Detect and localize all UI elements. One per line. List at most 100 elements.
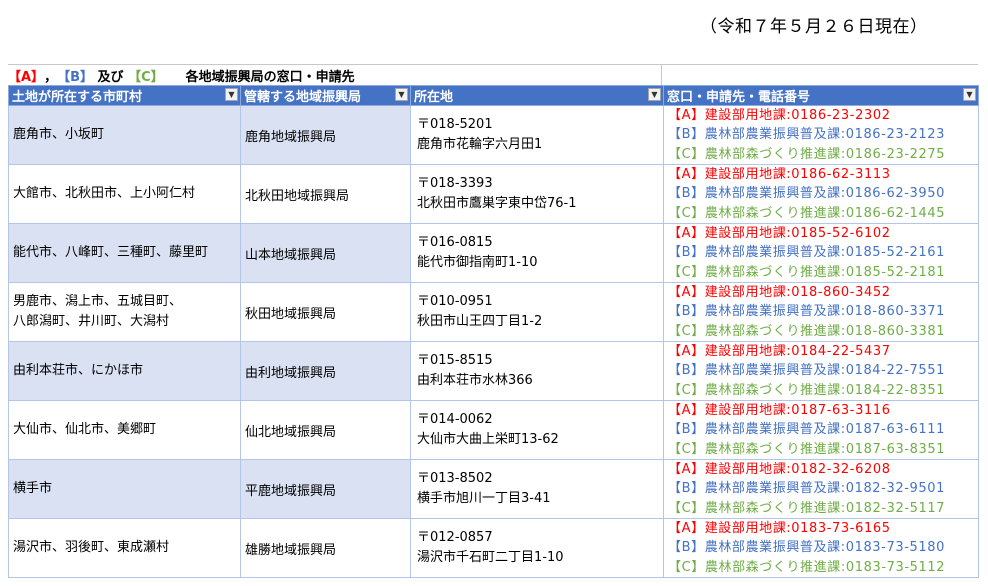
postal-code: 〒010-0951 bbox=[417, 294, 493, 309]
contact-b: 【B】農林部農業振興普及課:0187-63-6111 bbox=[668, 422, 945, 438]
contact-cell[interactable]: 【A】建設部用地課:0182-32-6208 【B】農林部農業振興普及課:0182… bbox=[663, 459, 979, 519]
contact-b: 【B】農林部農業振興普及課:0186-62-3950 bbox=[668, 186, 945, 202]
legend-title: 各地域振興局の窓口・申請先 bbox=[185, 69, 355, 85]
postal-code: 〒018-5201 bbox=[417, 117, 493, 132]
table-row: 由利本荘市、にかほ市 由利地域振興局 〒015-8515 由利本荘市水林366 【A】建… bbox=[8, 341, 979, 401]
contact-b: 【B】農林部農業振興普及課:018-860-3371 bbox=[668, 304, 945, 320]
as-of-date-note: （令和７年５月２６日現在） bbox=[700, 17, 928, 37]
municipality-line: 男鹿市、潟上市、五城目町、 bbox=[13, 294, 183, 309]
contact-cell[interactable]: 【A】建設部用地課:0184-22-5437 【B】農林部農業振興普及課:0184… bbox=[663, 341, 979, 401]
filter-dropdown-icon[interactable]: ▼ bbox=[225, 88, 238, 101]
address-cell[interactable]: 〒013-8502 横手市旭川一丁目3-41 bbox=[410, 459, 664, 519]
table-row: 湯沢市、羽後町、東成瀬村 雄勝地域振興局 〒012-0857 湯沢市千石町二丁目1-1… bbox=[8, 518, 979, 578]
office-cell[interactable]: 鹿角地域振興局 bbox=[240, 105, 411, 165]
office-cell[interactable]: 雄勝地域振興局 bbox=[240, 518, 411, 578]
address-cell[interactable]: 〒014-0062 大仙市大曲上栄町13-62 bbox=[410, 400, 664, 460]
filter-dropdown-icon[interactable]: ▼ bbox=[395, 88, 408, 101]
street-address: 秋田市山王四丁目1-2 bbox=[417, 314, 543, 329]
contact-cell[interactable]: 【A】建設部用地課:0186-62-3113 【B】農林部農業振興普及課:0186… bbox=[663, 164, 979, 224]
header-row: 土地が所在する市町村 ▼ 管轄する地域振興局 ▼ 所在地 ▼ 窓口・申請先・電話番号 ▼ bbox=[8, 85, 979, 106]
municipality-line: 湯沢市、羽後町、東成瀬村 bbox=[13, 540, 170, 555]
municipality-cell[interactable]: 大仙市、仙北市、美郷町 bbox=[8, 400, 241, 460]
legend-and: 及び bbox=[93, 69, 129, 85]
municipality-line: 八郎潟町、井川町、大潟村 bbox=[13, 314, 170, 329]
municipality-cell[interactable]: 横手市 bbox=[8, 459, 241, 519]
office-cell[interactable]: 仙北地域振興局 bbox=[240, 400, 411, 460]
header-municipality: 土地が所在する市町村 ▼ bbox=[8, 85, 241, 106]
contact-cell[interactable]: 【A】建設部用地課:0183-73-6165 【B】農林部農業振興普及課:0183… bbox=[663, 518, 979, 578]
municipality-cell[interactable]: 鹿角市、小坂町 bbox=[8, 105, 241, 165]
contact-a: 【A】建設部用地課:0186-23-2302 bbox=[668, 108, 891, 124]
office-cell[interactable]: 秋田地域振興局 bbox=[240, 282, 411, 342]
legend-comma: ， bbox=[44, 69, 58, 85]
contact-c: 【C】農林部森づくり推進課:0187-63-8351 bbox=[668, 441, 946, 457]
office-table: 土地が所在する市町村 ▼ 管轄する地域振興局 ▼ 所在地 ▼ 窓口・申請先・電話番号 ▼… bbox=[8, 85, 979, 578]
postal-code: 〒015-8515 bbox=[417, 353, 493, 368]
contact-b: 【B】農林部農業振興普及課:0186-23-2123 bbox=[668, 127, 945, 143]
table-row: 鹿角市、小坂町 鹿角地域振興局 〒018-5201 鹿角市花輪字六月田1 【A】建設部用… bbox=[8, 105, 979, 165]
municipality-line: 大館市、北秋田市、上小阿仁村 bbox=[13, 186, 196, 201]
postal-code: 〒016-0815 bbox=[417, 235, 493, 250]
filter-dropdown-icon[interactable]: ▼ bbox=[963, 88, 976, 101]
office-cell[interactable]: 由利地域振興局 bbox=[240, 341, 411, 401]
legend-a: 【A】 bbox=[8, 69, 45, 85]
contact-c: 【C】農林部森づくり推進課:0183-73-5112 bbox=[668, 559, 946, 575]
contact-c: 【C】農林部森づくり推進課:0182-32-5117 bbox=[668, 500, 946, 516]
street-address: 横手市旭川一丁目3-41 bbox=[417, 491, 551, 506]
municipality-cell[interactable]: 男鹿市、潟上市、五城目町、 八郎潟町、井川町、大潟村 bbox=[8, 282, 241, 342]
contact-a: 【A】建設部用地課:0183-73-6165 bbox=[668, 521, 891, 537]
filter-dropdown-icon[interactable]: ▼ bbox=[648, 88, 661, 101]
contact-a: 【A】建設部用地課:0184-22-5437 bbox=[668, 344, 891, 360]
municipality-line: 大仙市、仙北市、美郷町 bbox=[13, 422, 157, 437]
contact-b: 【B】農林部農業振興普及課:0184-22-7551 bbox=[668, 363, 945, 379]
contact-cell[interactable]: 【A】建設部用地課:018-860-3452 【B】農林部農業振興普及課:018-… bbox=[663, 282, 979, 342]
table-row: 能代市、八峰町、三種町、藤里町 山本地域振興局 〒016-0815 能代市御指南町1-… bbox=[8, 223, 979, 283]
postal-code: 〒013-8502 bbox=[417, 471, 493, 486]
municipality-line: 鹿角市、小坂町 bbox=[13, 127, 105, 142]
address-cell[interactable]: 〒016-0815 能代市御指南町1-10 bbox=[410, 223, 664, 283]
municipality-cell[interactable]: 大館市、北秋田市、上小阿仁村 bbox=[8, 164, 241, 224]
office-cell[interactable]: 北秋田地域振興局 bbox=[240, 164, 411, 224]
office-cell[interactable]: 山本地域振興局 bbox=[240, 223, 411, 283]
header-address: 所在地 ▼ bbox=[410, 85, 664, 106]
contact-b: 【B】農林部農業振興普及課:0185-52-2161 bbox=[668, 245, 945, 261]
municipality-cell[interactable]: 能代市、八峰町、三種町、藤里町 bbox=[8, 223, 241, 283]
contact-b: 【B】農林部農業振興普及課:0182-32-9501 bbox=[668, 481, 945, 497]
contact-c: 【C】農林部森づくり推進課:018-860-3381 bbox=[668, 323, 946, 339]
table-row: 男鹿市、潟上市、五城目町、 八郎潟町、井川町、大潟村 秋田地域振興局 〒010-095… bbox=[8, 282, 979, 342]
municipality-cell[interactable]: 湯沢市、羽後町、東成瀬村 bbox=[8, 518, 241, 578]
office-cell[interactable]: 平鹿地域振興局 bbox=[240, 459, 411, 519]
contact-cell[interactable]: 【A】建設部用地課:0187-63-3116 【B】農林部農業振興普及課:0187… bbox=[663, 400, 979, 460]
table-row: 大館市、北秋田市、上小阿仁村 北秋田地域振興局 〒018-3393 北秋田市鷹巣字東中… bbox=[8, 164, 979, 224]
address-cell[interactable]: 〒012-0857 湯沢市千石町二丁目1-10 bbox=[410, 518, 664, 578]
header-contact: 窓口・申請先・電話番号 ▼ bbox=[663, 85, 979, 106]
street-address: 大仙市大曲上栄町13-62 bbox=[417, 432, 559, 447]
contact-c: 【C】農林部森づくり推進課:0185-52-2181 bbox=[668, 264, 946, 280]
address-cell[interactable]: 〒015-8515 由利本荘市水林366 bbox=[410, 341, 664, 401]
municipality-line: 横手市 bbox=[13, 481, 53, 496]
address-cell[interactable]: 〒018-5201 鹿角市花輪字六月田1 bbox=[410, 105, 664, 165]
table-row: 横手市 平鹿地域振興局 〒013-8502 横手市旭川一丁目3-41 【A】建設部用地課… bbox=[8, 459, 979, 519]
contact-c: 【C】農林部森づくり推進課:0184-22-8351 bbox=[668, 382, 946, 398]
municipality-cell[interactable]: 由利本荘市、にかほ市 bbox=[8, 341, 241, 401]
contact-a: 【A】建設部用地課:0182-32-6208 bbox=[668, 462, 891, 478]
street-address: 北秋田市鷹巣字東中岱76-1 bbox=[417, 196, 577, 211]
contact-a: 【A】建設部用地課:0185-52-6102 bbox=[668, 226, 891, 242]
contact-cell[interactable]: 【A】建設部用地課:0185-52-6102 【B】農林部農業振興普及課:0185… bbox=[663, 223, 979, 283]
contact-a: 【A】建設部用地課:0186-62-3113 bbox=[668, 167, 891, 183]
legend-c: 【C】 bbox=[128, 69, 164, 85]
contact-c: 【C】農林部森づくり推進課:0186-23-2275 bbox=[668, 146, 946, 162]
address-cell[interactable]: 〒018-3393 北秋田市鷹巣字東中岱76-1 bbox=[410, 164, 664, 224]
postal-code: 〒018-3393 bbox=[417, 176, 493, 191]
legend-title-row: 【A】 ， 【B】 及び 【C】 各地域振興局の窓口・申請先 bbox=[8, 64, 978, 85]
street-address: 由利本荘市水林366 bbox=[417, 373, 533, 388]
contact-c: 【C】農林部森づくり推進課:0186-62-1445 bbox=[668, 205, 946, 221]
contact-a: 【A】建設部用地課:0187-63-3116 bbox=[668, 403, 891, 419]
table-row: 大仙市、仙北市、美郷町 仙北地域振興局 〒014-0062 大仙市大曲上栄町13-62… bbox=[8, 400, 979, 460]
municipality-line: 能代市、八峰町、三種町、藤里町 bbox=[13, 245, 209, 260]
postal-code: 〒014-0062 bbox=[417, 412, 493, 427]
contact-cell[interactable]: 【A】建設部用地課:0186-23-2302 【B】農林部農業振興普及課:0186… bbox=[663, 105, 979, 165]
street-address: 湯沢市千石町二丁目1-10 bbox=[417, 550, 564, 565]
address-cell[interactable]: 〒010-0951 秋田市山王四丁目1-2 bbox=[410, 282, 664, 342]
contact-a: 【A】建設部用地課:018-860-3452 bbox=[668, 285, 891, 301]
